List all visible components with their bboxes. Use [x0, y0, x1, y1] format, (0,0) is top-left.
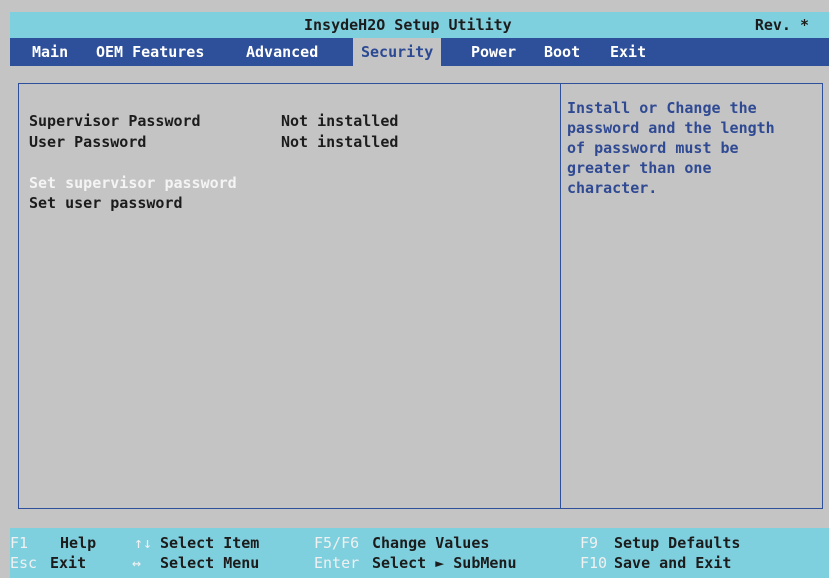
menu-security[interactable]: Security: [353, 38, 442, 66]
menu-boot[interactable]: Boot: [544, 43, 580, 61]
exit-action: Exit: [50, 554, 87, 572]
key-help-bar: F1 Help ↑↓ Select Item F5/F6 Change Valu…: [10, 528, 829, 578]
security-panel: Supervisor Password Not installed User P…: [18, 83, 823, 509]
supervisor-password-row: Supervisor Password Not installed: [29, 112, 398, 130]
change-values-action: Change Values: [372, 534, 490, 552]
help-text: Install or Change the password and the l…: [567, 99, 775, 197]
user-password-label: User Password: [29, 133, 147, 151]
key-f5-f6: F5/F6: [314, 534, 360, 552]
key-f1-action: Help: [60, 534, 97, 552]
panel-divider: [560, 84, 561, 508]
setup-defaults-action: Setup Defaults: [614, 534, 741, 552]
key-esc: Esc: [10, 554, 38, 572]
select-item-action: Select Item: [160, 534, 260, 552]
left-right-arrow-icon: ↔: [132, 554, 142, 572]
set-user-password-item[interactable]: Set user password: [29, 194, 183, 212]
user-password-row: User Password Not installed: [29, 133, 398, 151]
supervisor-password-status: Not installed: [281, 112, 399, 130]
up-down-arrows-icon: ↑↓: [134, 534, 153, 552]
app-title: InsydeH2O Setup Utility: [304, 16, 512, 34]
bios-screen: InsydeH2O Setup Utility Rev. * Main OEM …: [0, 0, 829, 578]
key-f9: F9: [580, 534, 599, 552]
menu-bar: Main OEM Features Advanced Security Powe…: [10, 38, 829, 66]
select-menu-action: Select Menu: [160, 554, 260, 572]
user-password-status: Not installed: [281, 133, 399, 151]
key-f1: F1: [10, 534, 29, 552]
revision-label: Rev. *: [754, 16, 809, 34]
key-enter: Enter: [314, 554, 360, 572]
menu-exit[interactable]: Exit: [610, 43, 646, 61]
save-and-exit-action: Save and Exit: [614, 554, 732, 572]
menu-power[interactable]: Power: [471, 43, 516, 61]
menu-advanced[interactable]: Advanced: [246, 43, 318, 61]
title-bar: InsydeH2O Setup Utility Rev. *: [10, 12, 829, 38]
key-f10: F10: [580, 554, 608, 572]
set-supervisor-password-item[interactable]: Set supervisor password: [29, 174, 237, 192]
menu-main[interactable]: Main: [32, 43, 68, 61]
select-submenu-action: Select ► SubMenu: [372, 554, 517, 572]
menu-oem-features[interactable]: OEM Features: [96, 43, 204, 61]
supervisor-password-label: Supervisor Password: [29, 112, 201, 130]
